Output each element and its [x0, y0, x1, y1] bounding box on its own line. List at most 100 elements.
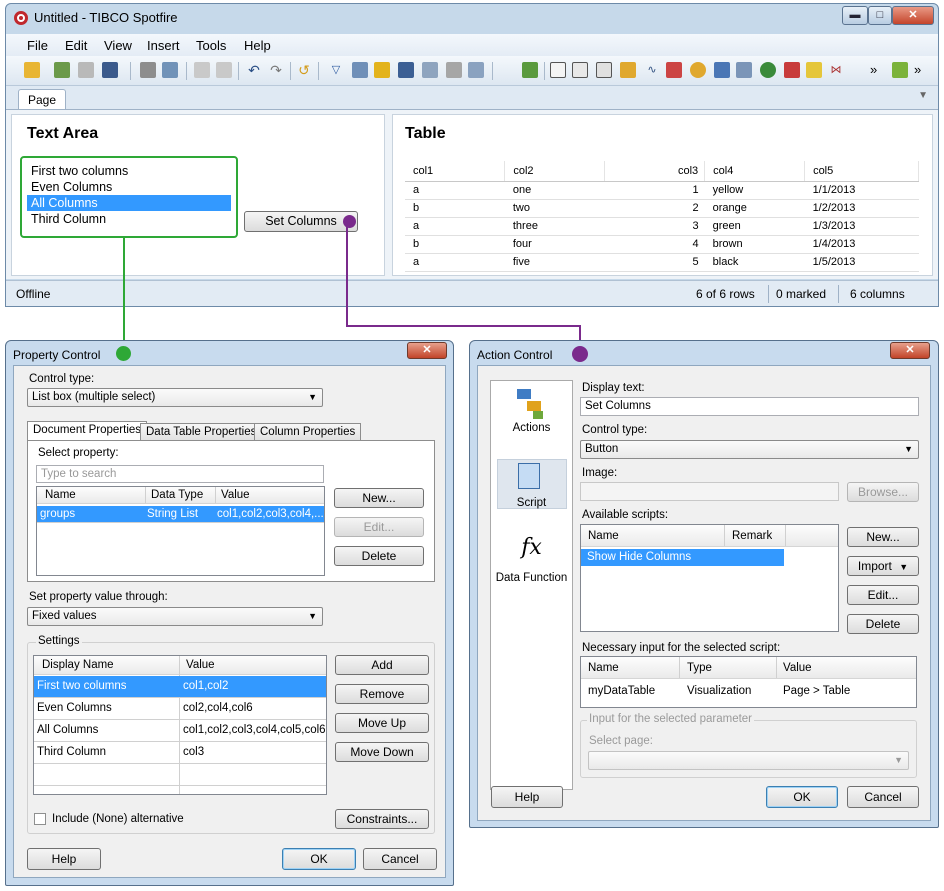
include-none-checkbox[interactable]	[34, 813, 46, 825]
select-page-combo: ▼	[588, 751, 909, 770]
script-option-label[interactable]: Script	[491, 497, 572, 509]
input-selected-parameter-label: Input for the selected parameter	[587, 713, 755, 725]
property-grid: Name Data Type Value groups String List …	[36, 486, 325, 576]
dialog-close-button[interactable]: ✕	[890, 342, 930, 359]
move-down-button[interactable]: Move Down	[335, 742, 429, 762]
new-property-button[interactable]: New...	[334, 488, 424, 508]
column-header[interactable]: Value	[186, 659, 215, 671]
set-through-value: Fixed values	[32, 610, 97, 622]
column-header[interactable]: Name	[588, 662, 619, 674]
new-script-button[interactable]: New...	[847, 527, 919, 547]
column-header[interactable]: Value	[221, 489, 250, 501]
ok-button[interactable]: OK	[766, 786, 838, 808]
display-text-input[interactable]: Set Columns	[580, 397, 919, 416]
column-divider	[724, 525, 725, 546]
include-none-label: Include (None) alternative	[52, 813, 184, 825]
column-header[interactable]: Name	[588, 530, 619, 542]
help-button[interactable]: Help	[27, 848, 101, 870]
script-icon[interactable]	[518, 463, 540, 489]
purple-connector	[346, 220, 581, 352]
column-header[interactable]: Remark	[732, 530, 772, 542]
property-grid-header: Name Data Type Value	[37, 487, 324, 504]
tab-document-properties[interactable]: Document Properties	[27, 421, 148, 441]
column-header[interactable]: Name	[45, 489, 76, 501]
tab-data-table-properties[interactable]: Data Table Properties	[140, 423, 263, 441]
column-header[interactable]: Display Name	[42, 659, 114, 671]
dialog-title: Property Control	[13, 348, 101, 362]
dialog-body: Actions Script fx Data Function Display …	[477, 365, 931, 821]
edit-property-button[interactable]: Edit...	[334, 517, 424, 537]
set-through-label: Set property value through:	[29, 591, 168, 603]
table-row[interactable]: First two columns col1,col2	[34, 676, 326, 698]
chevron-down-icon: ▼	[308, 611, 317, 621]
table-row[interactable]: Even Columns col2,col4,col6	[34, 698, 326, 720]
table-cell: Page > Table	[783, 685, 851, 697]
delete-property-button[interactable]: Delete	[334, 546, 424, 566]
data-function-option-label[interactable]: Data Function	[491, 572, 572, 584]
control-type-value: Button	[585, 443, 619, 455]
input-grid-header: Name Type Value	[581, 657, 916, 679]
help-button[interactable]: Help	[491, 786, 563, 808]
edit-script-button[interactable]: Edit...	[847, 585, 919, 605]
table-row[interactable]: Show Hide Columns	[581, 549, 784, 566]
settings-grid: Display Name Value First two columns col…	[33, 655, 327, 795]
scripts-grid: Name Remark Show Hide Columns	[580, 524, 839, 632]
green-marker	[116, 346, 131, 361]
chevron-down-icon: ▼	[894, 755, 903, 765]
control-type-combo[interactable]: List box (multiple select) ▼	[27, 388, 323, 407]
settings-grid-header: Display Name Value	[34, 656, 326, 675]
data-function-icon[interactable]: fx	[491, 535, 572, 560]
table-row-empty[interactable]	[34, 764, 326, 786]
cancel-button[interactable]: Cancel	[363, 848, 437, 870]
table-row[interactable]: All Columns col1,col2,col3,col4,col5,col…	[34, 720, 326, 742]
browse-button[interactable]: Browse...	[847, 482, 919, 502]
table-cell: col1,col2,col3,col4,col5,col6	[183, 724, 326, 736]
dialog-title: Action Control	[477, 348, 553, 362]
table-cell: Show Hide Columns	[587, 551, 692, 563]
table-row[interactable]: groups String List col1,col2,col3,col4,.…	[37, 506, 324, 523]
column-divider	[776, 657, 777, 678]
ok-button[interactable]: OK	[282, 848, 356, 870]
table-cell: myDataTable	[588, 685, 656, 697]
column-header[interactable]: Data Type	[151, 489, 203, 501]
select-page-label: Select page:	[589, 735, 653, 747]
table-cell: col1,col2	[183, 680, 229, 692]
add-button[interactable]: Add	[335, 655, 429, 675]
column-divider	[145, 487, 146, 503]
set-through-combo[interactable]: Fixed values ▼	[27, 607, 323, 626]
column-divider	[679, 657, 680, 678]
import-script-button[interactable]: Import ▼	[847, 556, 919, 576]
table-cell: groups	[40, 508, 76, 520]
table-cell: col2,col4,col6	[183, 702, 253, 714]
control-type-combo[interactable]: Button ▼	[580, 440, 919, 459]
constraints-button[interactable]: Constraints...	[335, 809, 429, 829]
dialog-close-button[interactable]: ✕	[407, 342, 447, 359]
available-scripts-label: Available scripts:	[582, 509, 669, 521]
control-type-label: Control type:	[29, 373, 95, 385]
table-row[interactable]: Third Column col3	[34, 742, 326, 764]
actions-option-label[interactable]: Actions	[491, 422, 572, 434]
selected-parameter-group: Input for the selected parameter Select …	[580, 713, 917, 778]
settings-label: Settings	[36, 635, 82, 647]
action-control-dialog: Action Control ✕ Actions Script fx Data …	[469, 340, 939, 828]
delete-script-button[interactable]: Delete	[847, 614, 919, 634]
image-path-input	[580, 482, 839, 501]
remove-button[interactable]: Remove	[335, 684, 429, 704]
move-up-button[interactable]: Move Up	[335, 713, 429, 733]
property-search-input[interactable]: Type to search	[36, 465, 324, 483]
image-label: Image:	[582, 467, 618, 479]
column-divider	[215, 487, 216, 503]
chevron-down-icon: ▼	[308, 392, 317, 402]
chevron-down-icon: ▼	[904, 444, 913, 454]
table-cell: Visualization	[687, 685, 752, 697]
table-cell: Even Columns	[37, 702, 112, 714]
actions-icon[interactable]	[513, 387, 549, 421]
column-header[interactable]: Type	[687, 662, 712, 674]
column-header[interactable]: Value	[783, 662, 812, 674]
select-property-label: Select property:	[38, 447, 119, 459]
table-row[interactable]: myDataTable Visualization Page > Table	[581, 681, 916, 703]
input-grid: Name Type Value myDataTable Visualizatio…	[580, 656, 917, 708]
cancel-button[interactable]: Cancel	[847, 786, 919, 808]
tab-column-properties[interactable]: Column Properties	[254, 423, 362, 441]
table-cell: String List	[147, 508, 199, 520]
